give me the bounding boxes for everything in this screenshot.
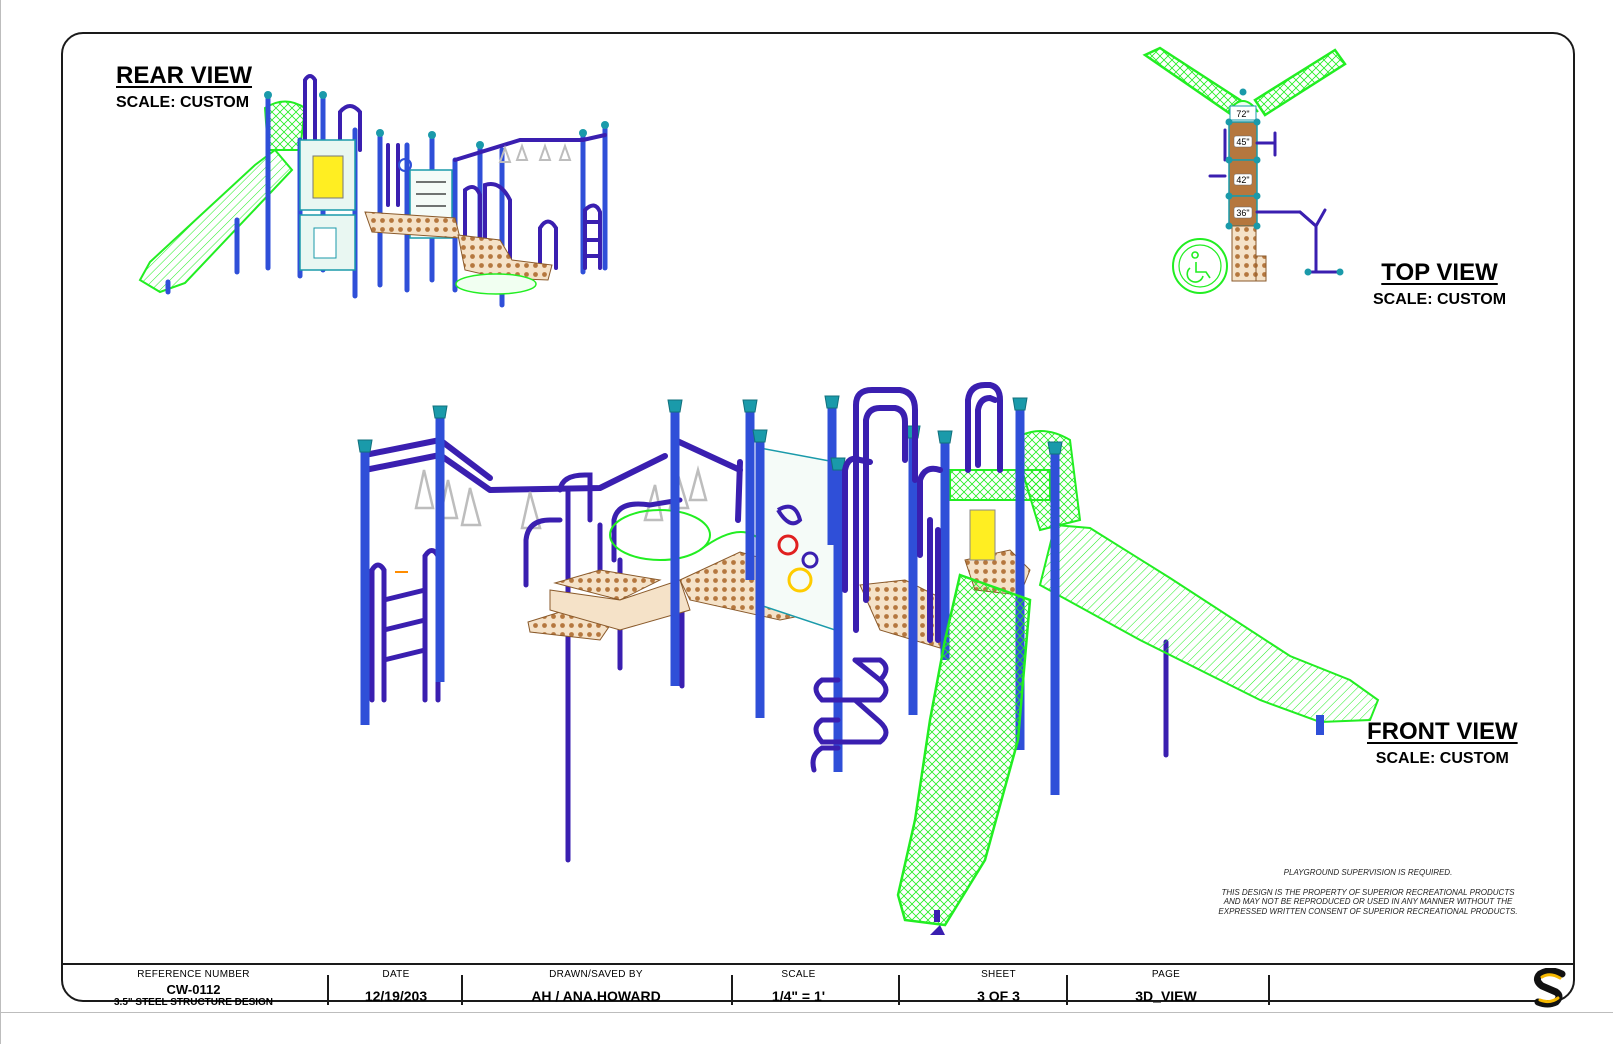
top-view-label: TOP VIEW	[1381, 259, 1498, 286]
drawn-by-cell: DRAWN/SAVED BY AH / ANA.HOWARD	[501, 965, 691, 1004]
sheet-value: 3 OF 3	[977, 988, 1020, 1004]
top-view-drawing: 72" 45" 42" 36"	[1142, 46, 1347, 294]
front-view-scale: SCALE: CUSTOM	[1375, 750, 1509, 767]
reference-label: REFERENCE NUMBER	[137, 969, 250, 980]
deck-height-42: 42"	[1236, 175, 1249, 185]
date-label: DATE	[382, 969, 410, 980]
supervision-notice: PLAYGROUND SUPERVISION IS REQUIRED.	[1283, 868, 1453, 877]
title-block-divider	[327, 975, 329, 1005]
property-notice: THIS DESIGN IS THE PROPERTY OF SUPERIOR …	[1218, 887, 1518, 916]
scale-cell: SCALE 1/4" = 1'	[751, 965, 846, 1004]
deck-height-36: 36"	[1236, 208, 1249, 218]
front-activity-panel	[759, 447, 836, 632]
rear-view-label: REAR VIEW	[116, 62, 253, 89]
front-view-title: FRONT VIEW SCALE: CUSTOM	[1367, 718, 1518, 768]
date-cell: DATE 12/19/203	[341, 965, 451, 1004]
rear-view-scale: SCALE: CUSTOM	[116, 94, 250, 111]
title-block-divider	[731, 975, 733, 1005]
top-transfer-platform	[1172, 238, 1228, 294]
front-yellow-panel	[969, 509, 996, 561]
rear-transfer-platform	[455, 273, 537, 295]
top-slide-left	[1142, 46, 1242, 117]
deck-height-45: 45"	[1236, 137, 1249, 147]
legal-notice: PLAYGROUND SUPERVISION IS REQUIRED. THIS…	[1218, 868, 1518, 916]
page-label: PAGE	[1151, 969, 1181, 980]
front-view-label: FRONT VIEW	[1367, 718, 1518, 745]
top-slide-right	[1253, 48, 1347, 117]
top-view-scale: SCALE: CUSTOM	[1373, 291, 1507, 308]
company-logo-icon	[1533, 968, 1566, 1008]
title-block-divider	[898, 975, 900, 1005]
title-block: REFERENCE NUMBER CW-0112 3.5" STEEL STRU…	[61, 963, 1575, 1021]
reference-cell: REFERENCE NUMBER CW-0112 3.5" STEEL STRU…	[101, 965, 286, 1008]
title-block-divider	[1268, 975, 1270, 1005]
reference-subtitle: 3.5" STEEL STRUCTURE DESIGN	[113, 997, 274, 1008]
drawn-by-label: DRAWN/SAVED BY	[549, 969, 643, 980]
rear-steps	[457, 234, 553, 281]
rear-view-title: REAR VIEW SCALE: CUSTOM	[116, 62, 252, 112]
front-slide-right	[1038, 523, 1380, 724]
deck-height-72: 72"	[1236, 109, 1249, 119]
page-value: 3D_VIEW	[1135, 988, 1197, 1004]
page-cell: PAGE 3D_VIEW	[1121, 965, 1211, 1004]
top-steps	[1231, 225, 1257, 282]
title-block-divider	[461, 975, 463, 1005]
title-block-divider	[1066, 975, 1068, 1005]
scale-label: SCALE	[781, 969, 816, 980]
date-value: 12/19/203	[364, 988, 428, 1004]
sheet-label: SHEET	[981, 969, 1016, 980]
reference-value: CW-0112	[166, 982, 221, 997]
front-view-drawing	[357, 382, 1380, 935]
sheet-cell: SHEET 3 OF 3	[951, 965, 1046, 1004]
scale-value: 1/4" = 1'	[771, 988, 826, 1004]
drawn-by-value: AH / ANA.HOWARD	[531, 988, 661, 1004]
top-view-title: TOP VIEW SCALE: CUSTOM	[1373, 259, 1506, 309]
